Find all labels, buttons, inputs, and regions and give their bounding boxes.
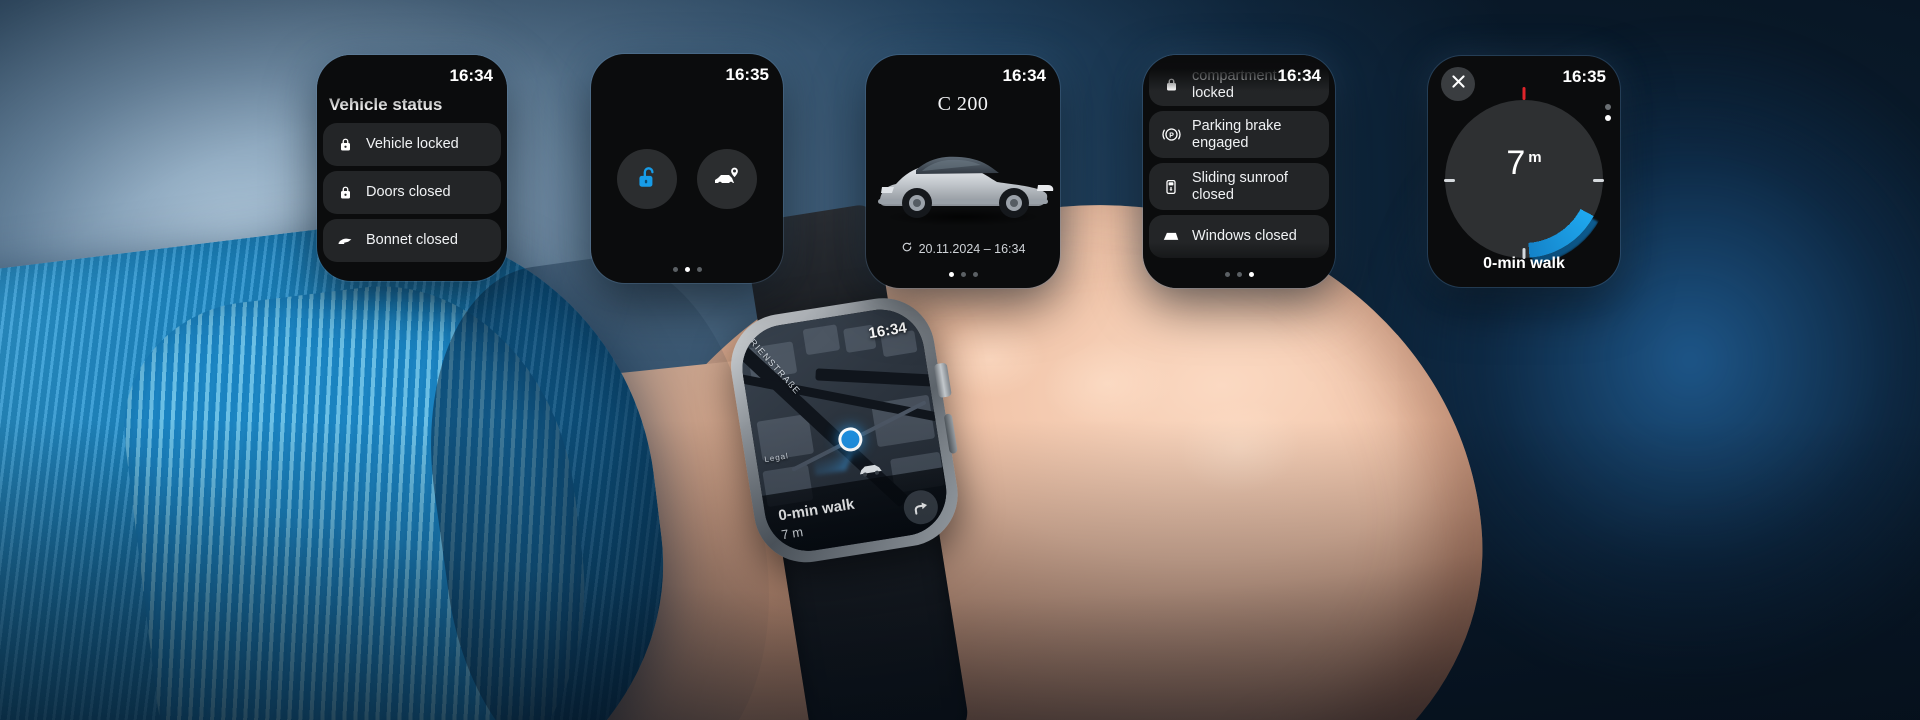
- close-button[interactable]: [1441, 67, 1475, 101]
- page-dot[interactable]: [1224, 272, 1230, 277]
- status-row-vehicle-locked[interactable]: Vehicle locked: [323, 123, 501, 166]
- card-vehicle-status[interactable]: 16:34 Vehicle status Vehicle locked: [317, 55, 507, 281]
- card-vehicle-model[interactable]: 16:34 C 200 20.11.2024 – 16:34: [866, 55, 1060, 288]
- distance-dial[interactable]: 7m: [1438, 87, 1610, 265]
- north-marker: [1522, 87, 1526, 100]
- card2-action-buttons[interactable]: [591, 149, 783, 209]
- card4-status-list[interactable]: compartment locked P Parking brake engag…: [1149, 63, 1329, 263]
- status-row-parking-brake[interactable]: P Parking brake engaged: [1149, 111, 1329, 158]
- locate-vehicle-button[interactable]: [697, 149, 757, 209]
- card3-time: 16:34: [1002, 66, 1046, 85]
- card3-page-dots[interactable]: [866, 272, 1060, 277]
- page-dot-active[interactable]: [948, 272, 954, 277]
- page-dot[interactable]: [972, 272, 978, 277]
- sunroof-icon: [1161, 177, 1181, 197]
- page-dot[interactable]: [696, 267, 702, 272]
- parking-brake-icon: P: [1161, 125, 1181, 145]
- card4-time: 16:34: [1277, 66, 1321, 85]
- unlock-button[interactable]: [617, 149, 677, 209]
- distance-unit: m: [1528, 148, 1542, 166]
- vehicle-model-name: C 200: [937, 93, 989, 115]
- page-dot[interactable]: [1236, 272, 1242, 277]
- status-label: Parking brake engaged: [1192, 117, 1282, 151]
- page-dot[interactable]: [960, 272, 966, 277]
- status-label: Doors closed: [366, 184, 451, 201]
- status-label: Sliding sunroof closed: [1192, 169, 1288, 203]
- lock-closed-icon: [335, 183, 355, 203]
- last-sync-text: 20.11.2024 – 16:34: [918, 241, 1026, 256]
- svg-text:P: P: [1169, 133, 1174, 140]
- status-row-sliding-sunroof[interactable]: Sliding sunroof closed: [1149, 163, 1329, 210]
- card-quick-actions[interactable]: 16:35: [591, 54, 783, 283]
- scene-root: RIENSTRAßE Legal 16:34 0-min walk 7 m 16…: [0, 0, 1920, 720]
- card2-page-dots[interactable]: [591, 267, 783, 272]
- car-locator-icon: [713, 165, 741, 194]
- status-label: Bonnet closed: [366, 232, 458, 249]
- card-walk-distance[interactable]: 16:35 7m 0-min walk: [1428, 56, 1620, 287]
- page-dot-active[interactable]: [1248, 272, 1254, 277]
- bottom-shade: [0, 420, 1920, 720]
- walk-time-label: 0-min walk: [1483, 255, 1565, 272]
- status-label: Vehicle locked: [366, 136, 459, 153]
- refresh-icon: [901, 241, 913, 256]
- status-row-bonnet-closed[interactable]: Bonnet closed: [323, 219, 501, 262]
- distance-value: 7: [1506, 144, 1526, 182]
- unlock-icon: [634, 164, 660, 195]
- page-dot-active[interactable]: [684, 267, 690, 272]
- distance-dial-wrapper: 7m: [1428, 87, 1620, 265]
- lock-closed-icon: [335, 135, 355, 155]
- card5-time: 16:35: [1562, 67, 1606, 86]
- card-vehicle-status-scrolled[interactable]: 16:34 compartment locked P: [1143, 55, 1335, 288]
- card1-status-list[interactable]: Vehicle locked Doors closed Bonnet close…: [323, 123, 501, 267]
- page-dot[interactable]: [672, 267, 678, 272]
- card4-page-dots[interactable]: [1143, 272, 1335, 277]
- card1-time: 16:34: [449, 66, 493, 85]
- card4-bottom-fade: [1143, 242, 1335, 288]
- status-row-doors-closed[interactable]: Doors closed: [323, 171, 501, 214]
- vehicle-render-image: [868, 137, 1058, 229]
- distance-readout: 7m: [1445, 146, 1603, 180]
- last-sync-line: 20.11.2024 – 16:34: [866, 241, 1060, 256]
- card2-time: 16:35: [725, 65, 769, 84]
- bonnet-icon: [335, 231, 355, 251]
- close-icon: [1450, 73, 1467, 95]
